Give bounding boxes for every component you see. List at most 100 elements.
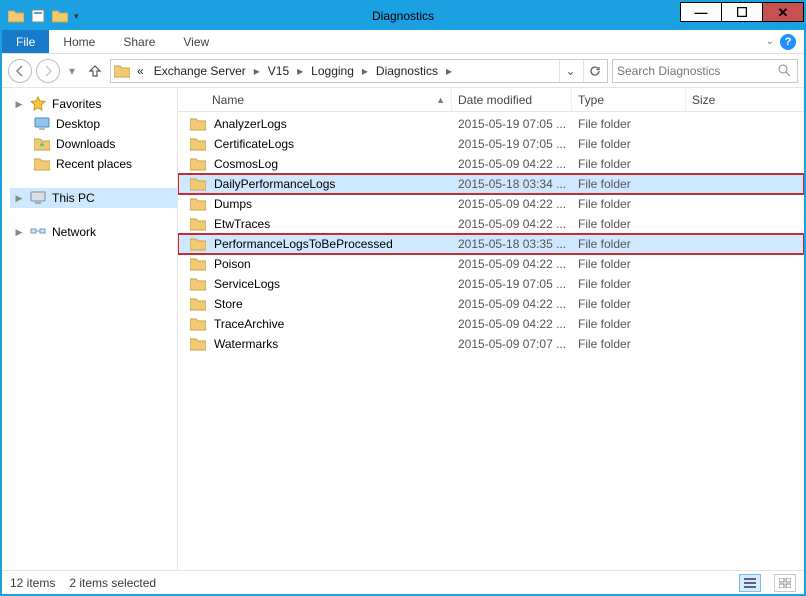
collapse-icon[interactable]: ▶ — [14, 193, 24, 204]
search-icon[interactable] — [775, 64, 793, 77]
back-button[interactable] — [8, 59, 32, 83]
file-date: 2015-05-19 07:05 ... — [452, 117, 572, 131]
maximize-button[interactable] — [721, 2, 763, 22]
titlebar: ▾ Diagnostics — ✕ — [2, 2, 804, 30]
file-name: CosmosLog — [214, 157, 452, 171]
network-icon — [30, 225, 46, 239]
file-list[interactable]: AnalyzerLogs2015-05-19 07:05 ...File fol… — [178, 112, 804, 570]
nav-network[interactable]: ▶ Network — [10, 222, 177, 242]
recent-locations-button[interactable]: ▾ — [64, 59, 80, 83]
chevron-right-icon[interactable]: ▸ — [444, 64, 454, 78]
breadcrumb[interactable]: Exchange Server — [150, 64, 250, 78]
sort-asc-icon: ▲ — [436, 95, 445, 105]
column-label: Date modified — [458, 93, 532, 107]
nav-this-pc[interactable]: ▶ This PC — [10, 188, 177, 208]
breadcrumb[interactable]: Diagnostics — [372, 64, 442, 78]
nav-label: Downloads — [56, 137, 115, 151]
view-details-button[interactable] — [739, 574, 761, 592]
file-row[interactable]: CertificateLogs2015-05-19 07:05 ...File … — [178, 134, 804, 154]
ribbon-help-area: ⌄ ? — [758, 30, 804, 53]
expand-ribbon-icon[interactable]: ⌄ — [766, 36, 774, 47]
folder-icon — [8, 9, 24, 23]
column-name[interactable]: Name ▲ — [206, 88, 452, 111]
nav-label: This PC — [52, 191, 95, 205]
file-row[interactable]: Poison2015-05-09 04:22 ...File folder — [178, 254, 804, 274]
search-box[interactable] — [612, 59, 798, 83]
file-date: 2015-05-09 07:07 ... — [452, 337, 572, 351]
file-row[interactable]: AnalyzerLogs2015-05-19 07:05 ...File fol… — [178, 114, 804, 134]
file-name: TraceArchive — [214, 317, 452, 331]
file-date: 2015-05-09 04:22 ... — [452, 317, 572, 331]
chevron-down-icon[interactable]: ▾ — [74, 11, 79, 22]
file-name: Watermarks — [214, 337, 452, 351]
folder-icon — [34, 137, 50, 151]
file-type: File folder — [572, 137, 686, 151]
file-row[interactable]: DailyPerformanceLogs2015-05-18 03:34 ...… — [178, 174, 804, 194]
tab-share[interactable]: Share — [109, 30, 169, 53]
folder-icon — [190, 197, 206, 211]
column-label: Name — [212, 93, 244, 107]
tab-label: Share — [123, 35, 155, 49]
file-name: CertificateLogs — [214, 137, 452, 151]
window-buttons: — ✕ — [681, 2, 804, 30]
nav-favorites[interactable]: ▶ Favorites — [10, 94, 177, 114]
file-type: File folder — [572, 297, 686, 311]
file-row[interactable]: PerformanceLogsToBeProcessed2015-05-18 0… — [178, 234, 804, 254]
column-date[interactable]: Date modified — [452, 88, 572, 111]
collapse-icon[interactable]: ▶ — [14, 99, 24, 110]
file-row[interactable]: CosmosLog2015-05-09 04:22 ...File folder — [178, 154, 804, 174]
folder-icon — [190, 297, 206, 311]
collapse-icon[interactable]: ▶ — [14, 227, 24, 238]
view-tiles-button[interactable] — [774, 574, 796, 592]
file-row[interactable]: EtwTraces2015-05-09 04:22 ...File folder — [178, 214, 804, 234]
breadcrumb[interactable]: Logging — [307, 64, 358, 78]
forward-button[interactable] — [36, 59, 60, 83]
address-bar[interactable]: « Exchange Server▸ V15▸ Logging▸ Diagnos… — [110, 59, 608, 83]
file-name: Store — [214, 297, 452, 311]
search-input[interactable] — [617, 64, 775, 78]
tab-view[interactable]: View — [169, 30, 223, 53]
file-date: 2015-05-09 04:22 ... — [452, 197, 572, 211]
properties-icon[interactable] — [30, 8, 46, 24]
nav-label: Network — [52, 225, 96, 239]
breadcrumb[interactable]: V15 — [264, 64, 293, 78]
file-date: 2015-05-09 04:22 ... — [452, 297, 572, 311]
nav-downloads[interactable]: Downloads — [10, 134, 177, 154]
up-button[interactable] — [84, 60, 106, 82]
file-tab-label: File — [16, 35, 35, 49]
folder-icon — [34, 157, 50, 171]
breadcrumb-prefix[interactable]: « — [133, 64, 148, 78]
close-button[interactable]: ✕ — [762, 2, 804, 22]
file-name: AnalyzerLogs — [214, 117, 452, 131]
column-size[interactable]: Size — [686, 88, 804, 111]
file-tab[interactable]: File — [2, 30, 49, 53]
nav-desktop[interactable]: Desktop — [10, 114, 177, 134]
minimize-button[interactable]: — — [680, 2, 722, 22]
new-folder-icon[interactable] — [52, 9, 68, 23]
column-headers: Name ▲ Date modified Type Size — [178, 88, 804, 112]
file-row[interactable]: Dumps2015-05-09 04:22 ...File folder — [178, 194, 804, 214]
file-name: EtwTraces — [214, 217, 452, 231]
chevron-right-icon[interactable]: ▸ — [295, 64, 305, 78]
help-button[interactable]: ? — [780, 34, 796, 50]
file-row[interactable]: TraceArchive2015-05-09 04:22 ...File fol… — [178, 314, 804, 334]
chevron-right-icon[interactable]: ▸ — [252, 64, 262, 78]
refresh-button[interactable] — [583, 60, 605, 82]
file-type: File folder — [572, 197, 686, 211]
body: ▶ Favorites Desktop Downloads Recent pla… — [2, 88, 804, 570]
folder-icon — [190, 157, 206, 171]
tab-label: Home — [63, 35, 95, 49]
file-date: 2015-05-18 03:35 ... — [452, 237, 572, 251]
chevron-right-icon[interactable]: ▸ — [360, 64, 370, 78]
history-dropdown-button[interactable]: ⌄ — [559, 60, 581, 82]
desktop-icon — [34, 117, 50, 131]
file-row[interactable]: Store2015-05-09 04:22 ...File folder — [178, 294, 804, 314]
file-date: 2015-05-18 03:34 ... — [452, 177, 572, 191]
nav-recent-places[interactable]: Recent places — [10, 154, 177, 174]
column-type[interactable]: Type — [572, 88, 686, 111]
file-row[interactable]: ServiceLogs2015-05-19 07:05 ...File fold… — [178, 274, 804, 294]
column-label: Size — [692, 93, 715, 107]
tab-home[interactable]: Home — [49, 30, 109, 53]
status-count: 12 items — [10, 576, 55, 590]
file-row[interactable]: Watermarks2015-05-09 07:07 ...File folde… — [178, 334, 804, 354]
